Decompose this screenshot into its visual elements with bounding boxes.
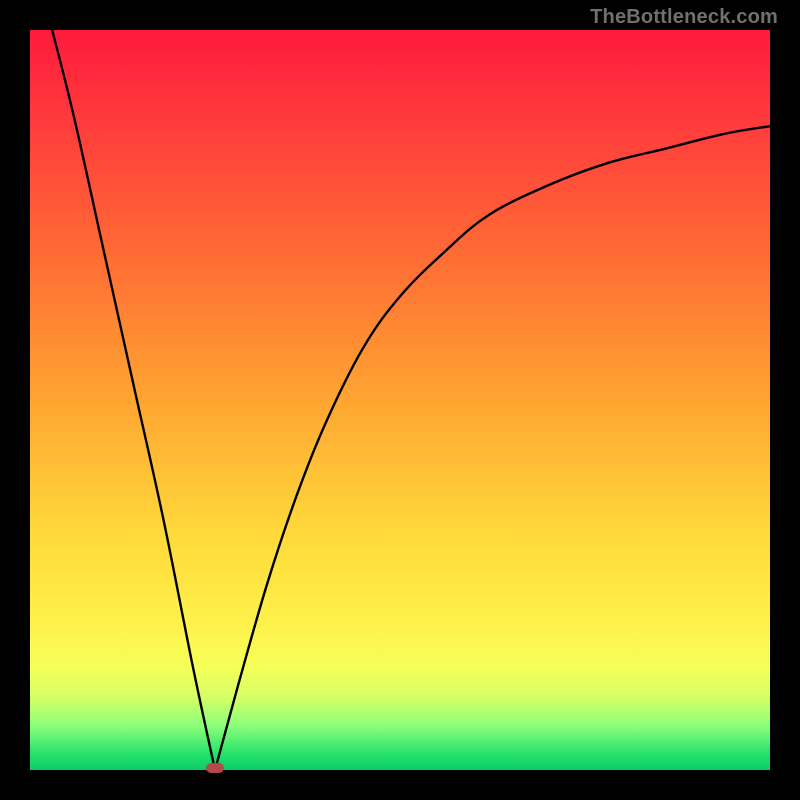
min-marker xyxy=(206,763,224,773)
watermark-text: TheBottleneck.com xyxy=(590,6,778,29)
chart-frame: TheBottleneck.com xyxy=(0,0,800,800)
curve-layer xyxy=(30,30,770,770)
bottleneck-curve xyxy=(52,30,770,783)
